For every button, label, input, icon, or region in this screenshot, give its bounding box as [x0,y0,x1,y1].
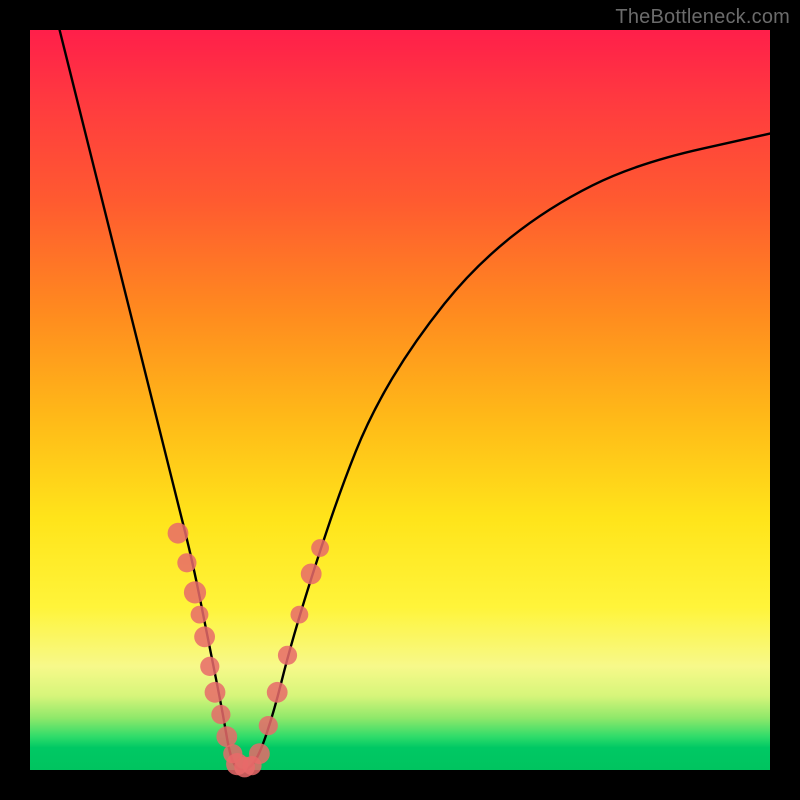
data-point [177,553,196,572]
data-point [200,657,219,676]
data-point [278,646,297,665]
data-point [259,716,278,735]
data-point [249,743,270,764]
chart-overlay-svg [30,30,770,770]
data-point [191,606,209,624]
data-point [168,523,189,544]
data-point [205,682,226,703]
watermark-text: TheBottleneck.com [615,6,790,29]
bottleneck-curve [60,30,770,770]
data-point [301,564,322,585]
data-point [184,581,206,603]
data-point [267,682,288,703]
data-point [311,539,329,557]
data-point [216,726,237,747]
data-points-group [168,523,329,778]
chart-frame: TheBottleneck.com [0,0,800,800]
data-point [194,626,215,647]
data-point [291,606,309,624]
data-point [211,705,230,724]
